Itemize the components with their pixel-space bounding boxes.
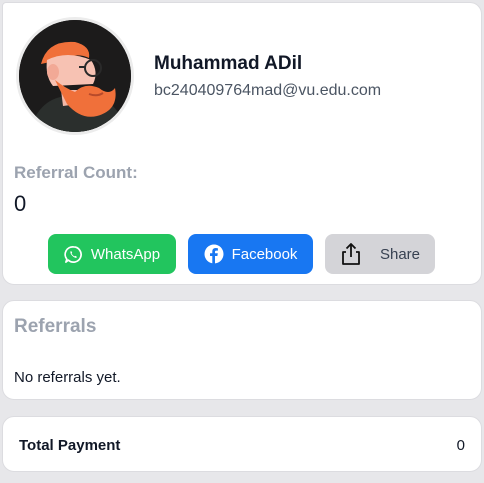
whatsapp-button-label: WhatsApp [90,245,161,263]
facebook-button-label: Facebook [231,245,298,263]
avatar-image [19,20,131,132]
share-button-label: Share [379,245,421,263]
total-payment-card: Total Payment 0 [2,416,482,472]
user-avatar-illustration [19,20,131,132]
whatsapp-icon [64,245,83,264]
referral-count-value: 0 [14,191,27,216]
user-email: bc240409764mad@vu.edu.com [154,82,382,99]
avatar [16,17,134,135]
facebook-share-button[interactable]: Facebook [188,234,313,274]
total-payment-label: Total Payment [19,437,121,454]
referral-count-label: Referral Count: [14,163,138,182]
share-button[interactable]: Share [325,234,435,274]
profile-card: Muhammad ADil bc240409764mad@vu.edu.com … [2,2,482,285]
referrals-card: Referrals No referrals yet. [2,300,482,400]
referrals-title: Referrals [14,316,97,337]
whatsapp-share-button[interactable]: WhatsApp [48,234,176,274]
referrals-empty-text: No referrals yet. [14,369,121,386]
share-icon [340,242,362,266]
facebook-icon [204,244,224,264]
total-payment-value: 0 [456,437,465,454]
user-name: Muhammad ADil [154,53,303,74]
